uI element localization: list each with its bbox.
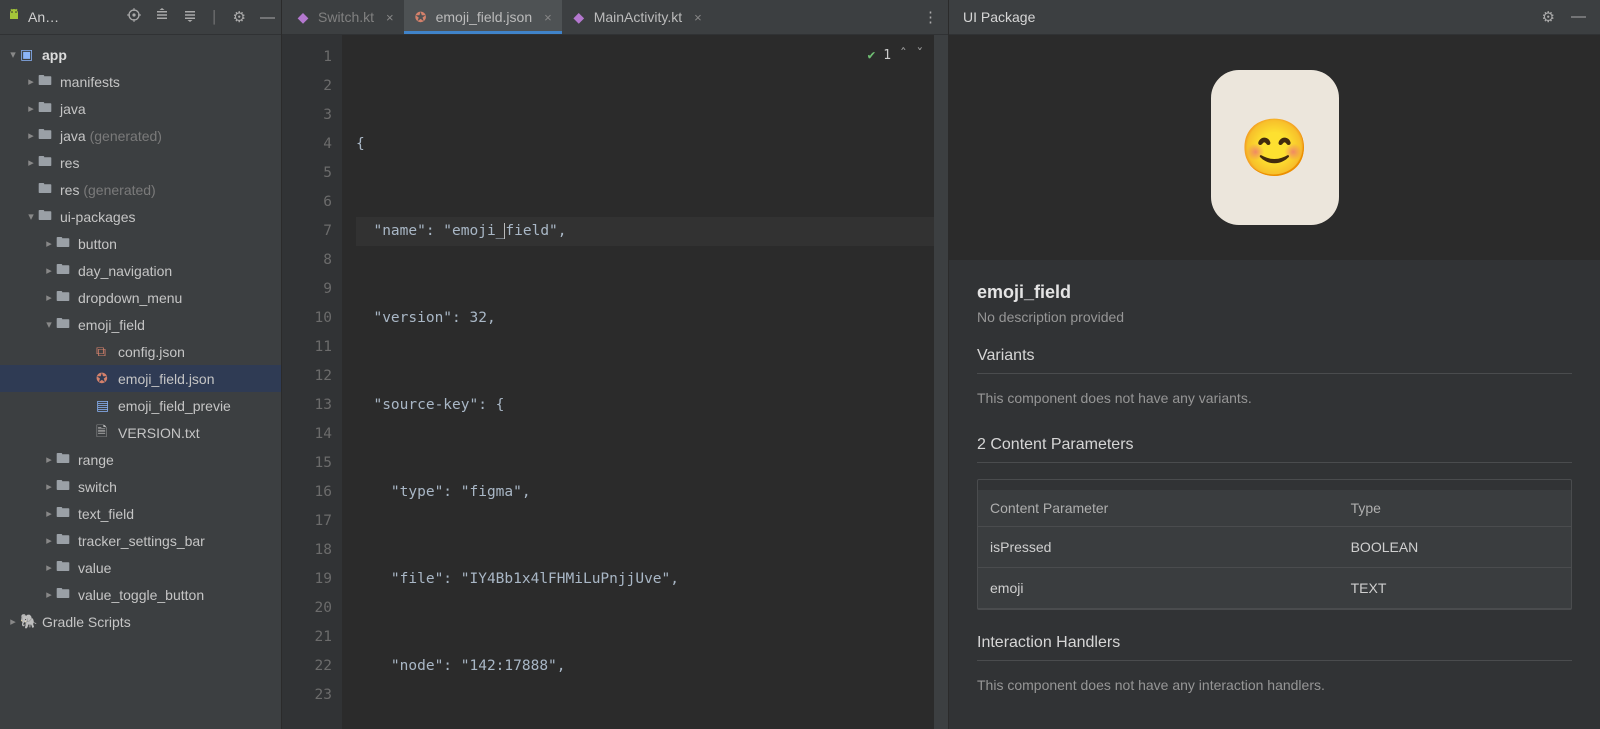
project-tree: ▾▣app ▸🖿manifests ▸🖿java ▸🖿java (generat… — [0, 35, 281, 729]
tree-node-range[interactable]: ▸🖿range — [0, 446, 281, 473]
find-prev-icon[interactable]: ˆ — [899, 41, 907, 70]
tree-node-value-toggle-button[interactable]: ▸🖿value_toggle_button — [0, 581, 281, 608]
ui-package-panel: UI Package ⚙ — 😊 emoji_field No descript… — [948, 0, 1600, 729]
tree-node-dropdown-menu[interactable]: ▸🖿dropdown_menu — [0, 284, 281, 311]
gear-icon[interactable]: ⚙ — [1542, 8, 1555, 26]
tree-node-res[interactable]: ▸🖿res — [0, 149, 281, 176]
divider — [977, 462, 1572, 463]
tree-file-emoji-field-preview[interactable]: ▤emoji_field_previe — [0, 392, 281, 419]
tree-node-button[interactable]: ▸🖿button — [0, 230, 281, 257]
target-icon[interactable] — [127, 8, 141, 26]
content-params-heading: 2 Content Parameters — [977, 436, 1572, 454]
minimize-icon[interactable]: — — [260, 9, 275, 26]
editor-scrollbar[interactable] — [934, 35, 948, 729]
tree-node-emoji-field[interactable]: ▾🖿emoji_field — [0, 311, 281, 338]
tab-main-activity-kt[interactable]: ◆ MainActivity.kt × — [562, 0, 712, 34]
android-icon — [6, 7, 22, 28]
component-name: emoji_field — [977, 282, 1572, 303]
sidebar-header: An… │ ⚙ — — [0, 0, 281, 35]
panel-body: emoji_field No description provided Vari… — [949, 260, 1600, 729]
kotlin-file-icon: ◆ — [572, 10, 586, 24]
kotlin-file-icon: ◆ — [296, 10, 310, 24]
tab-switch-kt[interactable]: ◆ Switch.kt × — [286, 0, 404, 34]
variants-empty: This component does not have any variant… — [977, 390, 1572, 406]
tree-node-tracker-settings-bar[interactable]: ▸🖿tracker_settings_bar — [0, 527, 281, 554]
col-content-parameter: Content Parameter — [978, 490, 1339, 527]
tree-file-version-txt[interactable]: 🗎VERSION.txt — [0, 419, 281, 446]
tree-node-ui-packages[interactable]: ▾🖿ui-packages — [0, 203, 281, 230]
tab-emoji-field-json[interactable]: ✪ emoji_field.json × — [404, 0, 562, 34]
tree-node-text-field[interactable]: ▸🖿text_field — [0, 500, 281, 527]
expand-all-icon[interactable] — [155, 8, 169, 26]
sidebar-title: An… — [28, 9, 59, 25]
code-content[interactable]: ✔ 1 ˆ ˇ { "name": "emoji_field", "versio… — [342, 35, 934, 729]
project-sidebar: An… │ ⚙ — ▾▣app ▸🖿manifests ▸🖿java ▸🖿jav… — [0, 0, 282, 729]
handlers-empty: This component does not have any interac… — [977, 677, 1572, 693]
content-params-table: Content Parameter Type isPressed BOOLEAN… — [977, 479, 1572, 610]
table-row: isPressed BOOLEAN — [978, 527, 1571, 568]
emoji-tile: 😊 — [1211, 70, 1339, 225]
table-row: emoji TEXT — [978, 568, 1571, 609]
divider: │ — [211, 10, 219, 24]
gear-icon[interactable]: ⚙ — [233, 8, 246, 26]
tree-node-value[interactable]: ▸🖿value — [0, 554, 281, 581]
minimize-icon[interactable]: — — [1571, 8, 1586, 26]
tree-node-switch[interactable]: ▸🖿switch — [0, 473, 281, 500]
json-file-icon: ✪ — [414, 10, 428, 24]
tree-node-java-generated[interactable]: ▸🖿java (generated) — [0, 122, 281, 149]
line-gutter: 123456789 1011121314151617 181920212223 — [282, 35, 342, 729]
tree-node-manifests[interactable]: ▸🖿manifests — [0, 68, 281, 95]
close-icon[interactable]: × — [386, 10, 394, 25]
interaction-handlers-heading: Interaction Handlers — [977, 634, 1572, 652]
tree-node-res-generated[interactable]: ▸🖿res (generated) — [0, 176, 281, 203]
component-preview: 😊 — [949, 35, 1600, 260]
tree-node-gradle-scripts[interactable]: ▸🐘Gradle Scripts — [0, 608, 281, 635]
variants-heading: Variants — [977, 347, 1572, 365]
editor-body[interactable]: 123456789 1011121314151617 181920212223 … — [282, 35, 948, 729]
editor-area: ◆ Switch.kt × ✪ emoji_field.json × ◆ Mai… — [282, 0, 948, 729]
tree-file-config-json[interactable]: ⧉config.json — [0, 338, 281, 365]
panel-header: UI Package ⚙ — — [949, 0, 1600, 35]
close-icon[interactable]: × — [544, 10, 552, 25]
tree-node-day-navigation[interactable]: ▸🖿day_navigation — [0, 257, 281, 284]
find-indicator: ✔ 1 ˆ ˇ — [867, 41, 924, 70]
tree-file-emoji-field-json[interactable]: ✪emoji_field.json — [0, 365, 281, 392]
emoji-glyph: 😊 — [1240, 115, 1310, 181]
col-type: Type — [1339, 490, 1571, 527]
close-icon[interactable]: × — [694, 10, 702, 25]
component-description: No description provided — [977, 309, 1572, 325]
editor-tabbar: ◆ Switch.kt × ✪ emoji_field.json × ◆ Mai… — [282, 0, 948, 35]
divider — [977, 373, 1572, 374]
tree-node-java[interactable]: ▸🖿java — [0, 95, 281, 122]
check-icon: ✔ — [867, 41, 875, 70]
tree-node-app[interactable]: ▾▣app — [0, 41, 281, 68]
panel-title: UI Package — [963, 9, 1035, 25]
find-count: 1 — [883, 41, 891, 70]
more-tabs-icon[interactable]: ⋮ — [923, 8, 938, 26]
collapse-all-icon[interactable] — [183, 8, 197, 26]
divider — [977, 660, 1572, 661]
find-next-icon[interactable]: ˇ — [916, 41, 924, 70]
